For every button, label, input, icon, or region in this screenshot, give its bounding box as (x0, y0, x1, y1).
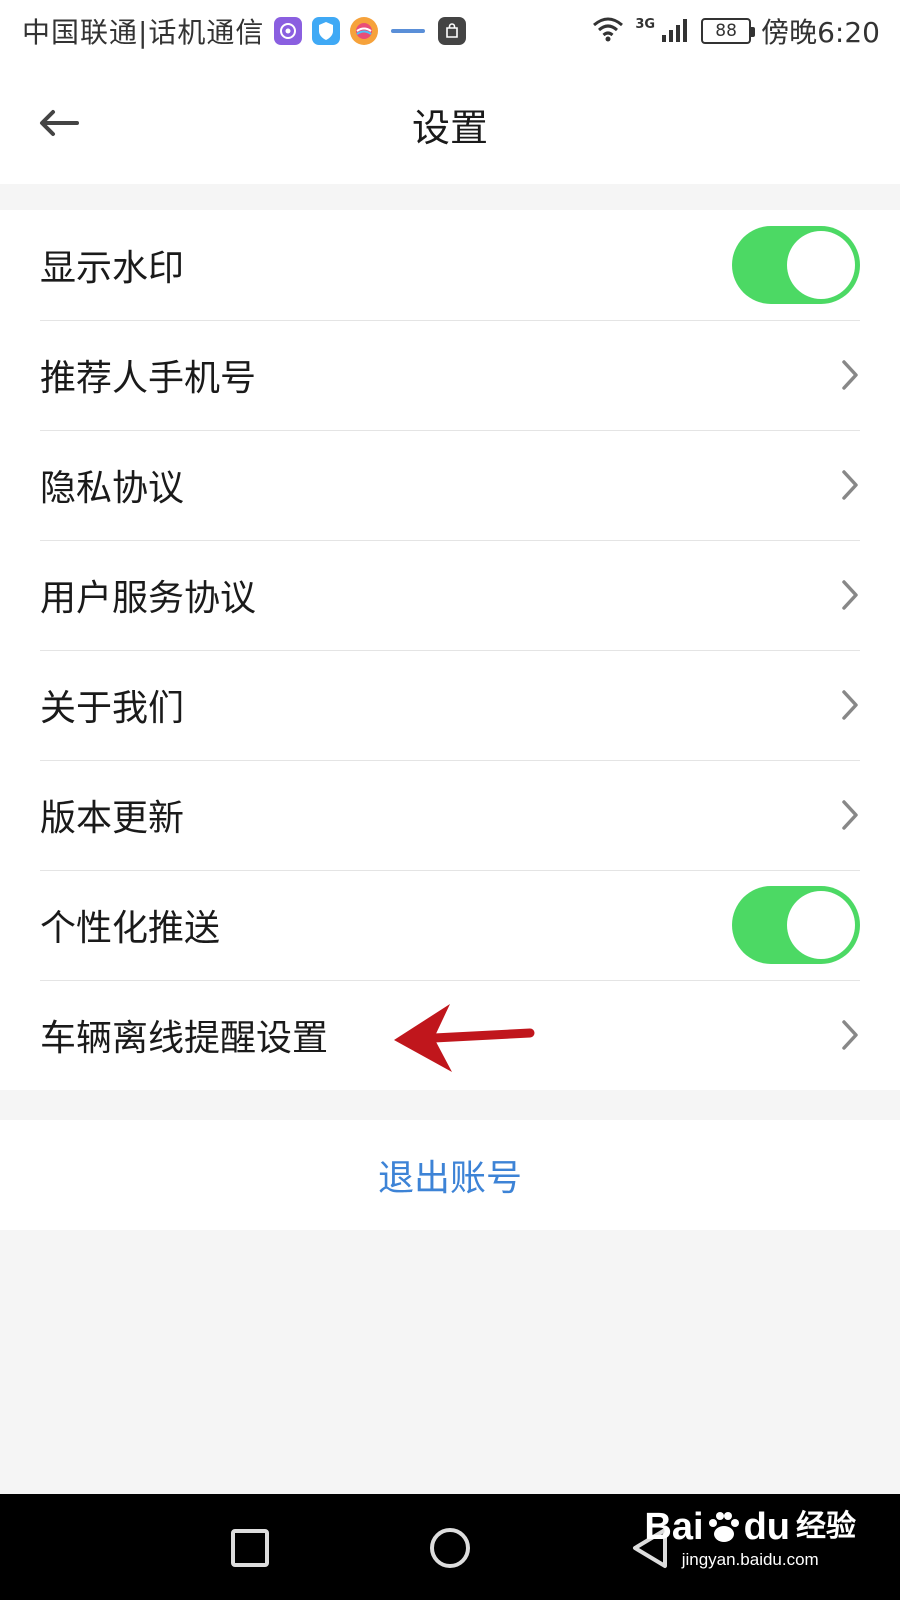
settings-row-personalized-push: 个性化推送 (0, 870, 900, 980)
watermark-brand-suffix: du (743, 1506, 790, 1548)
circle-icon (430, 1528, 470, 1568)
chevron-right-icon (838, 467, 862, 503)
chevron-right-icon (838, 1017, 862, 1053)
app-notification-icon (388, 17, 428, 45)
watermark-url: jingyan.baidu.com (681, 1550, 819, 1569)
paw-icon (708, 1512, 739, 1542)
wifi-icon (591, 15, 625, 47)
shield-icon (312, 17, 341, 45)
settings-row-label: 隐私协议 (40, 468, 185, 509)
annotation-arrow-icon (394, 1004, 535, 1072)
toggle-knob (787, 891, 855, 959)
browser-icon (350, 17, 379, 45)
chevron-right-icon (838, 687, 862, 723)
chevron-right-icon (838, 797, 862, 833)
carrier-name: 中国联通|话机通信 (22, 16, 265, 49)
settings-row-show-watermark: 显示水印 (0, 210, 900, 320)
settings-row-label: 显示水印 (40, 248, 185, 289)
settings-row-label: 个性化推送 (40, 908, 221, 949)
square-icon (231, 1529, 269, 1567)
settings-row-vehicle-offline-reminder[interactable]: 车辆离线提醒设置 (0, 980, 900, 1090)
watermark-brand: Bai (644, 1506, 704, 1548)
settings-row-about-us[interactable]: 关于我们 (0, 650, 900, 760)
settings-row-version-update[interactable]: 版本更新 (0, 760, 900, 870)
battery-indicator: 88 (701, 18, 756, 44)
home-button[interactable] (422, 1520, 478, 1576)
huawei-store-icon (438, 17, 467, 45)
notification-icons (274, 17, 467, 45)
chevron-right-icon (838, 577, 862, 613)
system-status: 3G 88 傍晚6:20 (591, 11, 880, 51)
status-time: 傍晚6:20 (761, 16, 880, 49)
settings-row-referrer-phone[interactable]: 推荐人手机号 (0, 320, 900, 430)
settings-row-label: 用户服务协议 (40, 578, 257, 619)
chevron-right-icon (838, 357, 862, 393)
settings-row-label: 关于我们 (40, 688, 185, 729)
settings-row-user-agreement[interactable]: 用户服务协议 (0, 540, 900, 650)
page-title: 设置 (411, 106, 488, 150)
recent-apps-button[interactable] (222, 1520, 278, 1576)
baidu-jingyan-watermark: Bai du 经验 jingyan.baidu.com (644, 1508, 856, 1570)
watermark-toggle[interactable] (732, 226, 860, 304)
settings-list: 显示水印 推荐人手机号 隐私协议 用户服务协议 关于我们 版本更新 个性化推送 … (0, 210, 900, 1090)
settings-row-label: 车辆离线提醒设置 (40, 1018, 329, 1059)
settings-row-privacy-policy[interactable]: 隐私协议 (0, 430, 900, 540)
logout-section: 退出账号 (0, 1120, 900, 1230)
app-notification-icon (274, 17, 303, 45)
settings-row-label: 版本更新 (40, 798, 185, 839)
personalized-push-toggle[interactable] (732, 886, 860, 964)
signal-icon (661, 15, 691, 47)
toggle-knob (787, 231, 855, 299)
status-bar: 中国联通|话机通信 3G 88 傍晚6:20 (0, 0, 900, 62)
settings-row-label: 推荐人手机号 (40, 358, 257, 399)
logout-button[interactable]: 退出账号 (378, 1149, 522, 1201)
system-nav-bar: Bai du 经验 jingyan.baidu.com (0, 1494, 900, 1600)
title-bar: 设置 (0, 62, 900, 184)
watermark-brand-cn: 经验 (796, 1510, 856, 1543)
network-type-label: 3G (635, 16, 656, 32)
